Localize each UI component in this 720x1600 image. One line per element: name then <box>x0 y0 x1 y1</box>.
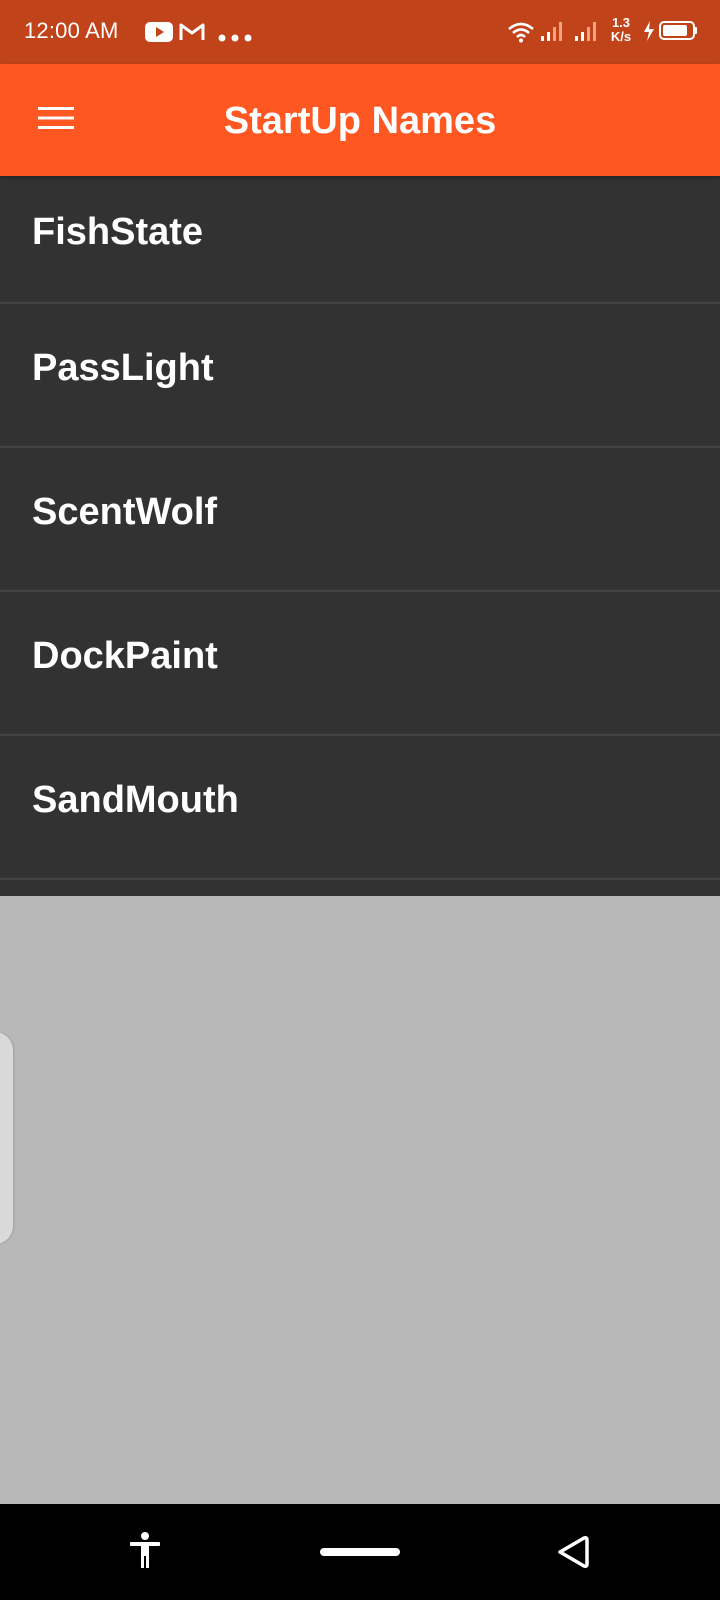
navigation-bar <box>0 1504 720 1600</box>
list-item-label: SandMouth <box>32 778 239 821</box>
network-speed-value: 1.3 <box>611 15 631 30</box>
battery-charging-icon <box>642 20 698 47</box>
startup-names-list: FishState PassLight ScentWolf DockPaint … <box>0 176 720 896</box>
network-speed: 1.3 K/s <box>606 16 636 44</box>
home-pill-icon[interactable] <box>320 1548 400 1556</box>
accessibility-icon[interactable] <box>128 1532 162 1573</box>
youtube-icon <box>145 22 173 47</box>
list-item[interactable]: ScentWolf <box>0 448 720 592</box>
network-speed-unit: K/s <box>610 29 632 44</box>
list-item[interactable]: SandMouth <box>0 736 720 880</box>
gmail-icon <box>179 22 205 47</box>
signal-icon <box>574 20 600 47</box>
more-dots-icon <box>218 29 252 47</box>
status-bar: 12:00 AM 1.3 K/s <box>0 0 720 64</box>
page-title: StartUp Names <box>223 100 497 142</box>
list-item[interactable]: FishState <box>0 176 720 304</box>
list-item-label: FishState <box>32 210 204 253</box>
list-item-label: DockPaint <box>32 634 218 677</box>
wifi-icon <box>508 21 534 48</box>
list-item[interactable]: DockPaint <box>0 592 720 736</box>
list-item[interactable]: PassLight <box>0 304 720 448</box>
side-panel-handle[interactable] <box>0 1032 13 1244</box>
list-item-label: ScentWolf <box>32 490 218 533</box>
status-time: 12:00 AM <box>24 18 119 43</box>
list-item-label: PassLight <box>32 346 214 389</box>
signal-icon <box>540 20 566 47</box>
back-triangle-icon[interactable] <box>556 1534 590 1575</box>
app-bar: StartUp Names <box>0 64 720 176</box>
